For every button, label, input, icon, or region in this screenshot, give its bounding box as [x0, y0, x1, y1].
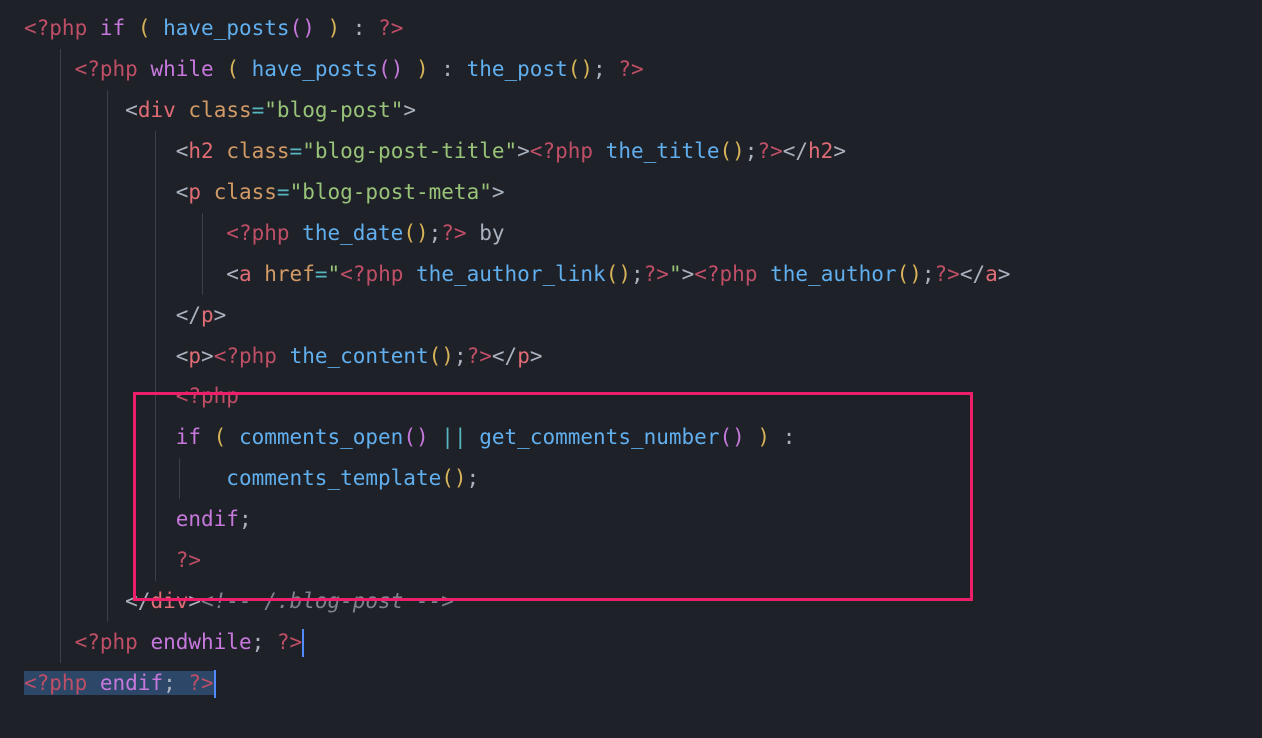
php-close-tag: ?>: [618, 57, 643, 81]
code-line-7[interactable]: <a href="<?php the_author_link();?>"><?p…: [24, 254, 1262, 295]
code-line-11[interactable]: if ( comments_open() || get_comments_num…: [24, 417, 1262, 458]
fn-comments-open: comments_open: [239, 425, 403, 449]
text-by: by: [467, 221, 505, 245]
php-close-tag: ?>: [644, 262, 669, 286]
tag-p: p: [188, 180, 201, 204]
tag-div-close: div: [150, 589, 188, 613]
code-line-9[interactable]: <p><?php the_content();?></p>: [24, 336, 1262, 377]
fn-have-posts: have_posts: [252, 57, 378, 81]
attr-href: href: [264, 262, 315, 286]
attr-class: class: [214, 180, 277, 204]
php-close-tag: ?>: [176, 548, 201, 572]
tag-a: a: [239, 262, 252, 286]
attr-class: class: [226, 139, 289, 163]
attr-class: class: [188, 98, 251, 122]
fn-the-content: the_content: [290, 344, 429, 368]
php-close-tag: ?>: [757, 139, 782, 163]
php-open-tag: <?php: [340, 262, 403, 286]
code-line-13[interactable]: endif;: [24, 499, 1262, 540]
keyword-endif: endif: [176, 507, 239, 531]
php-close-tag: ?>: [188, 671, 213, 695]
cursor: [302, 629, 304, 657]
code-editor[interactable]: <?php if ( have_posts() ) : ?> <?php whi…: [24, 8, 1262, 704]
code-line-3[interactable]: <div class="blog-post">: [24, 90, 1262, 131]
attr-value: "blog-post-meta": [290, 180, 492, 204]
code-line-1[interactable]: <?php if ( have_posts() ) : ?>: [24, 8, 1262, 49]
php-close-tag: ?>: [441, 221, 466, 245]
code-line-5[interactable]: <p class="blog-post-meta">: [24, 172, 1262, 213]
code-line-12[interactable]: comments_template();: [24, 458, 1262, 499]
tag-h2: h2: [188, 139, 213, 163]
tag-div: div: [138, 98, 176, 122]
php-close-tag: ?>: [935, 262, 960, 286]
tag-p-close: p: [201, 303, 214, 327]
keyword-if: if: [176, 425, 201, 449]
code-line-4[interactable]: <h2 class="blog-post-title"><?php the_ti…: [24, 131, 1262, 172]
selection: <?php endif; ?>: [24, 671, 214, 695]
keyword-endif: endif: [100, 671, 163, 695]
php-open-tag: <?php: [214, 344, 277, 368]
php-open-tag: <?php: [75, 630, 138, 654]
fn-have-posts: have_posts: [163, 16, 289, 40]
php-open-tag: <?php: [176, 384, 239, 408]
php-open-tag: <?php: [75, 57, 138, 81]
code-line-16[interactable]: <?php endwhile; ?>: [24, 622, 1262, 663]
fn-the-title: the_title: [606, 139, 720, 163]
php-open-tag: <?php: [24, 16, 87, 40]
attr-value: "blog-post": [264, 98, 403, 122]
code-line-15[interactable]: </div><!-- /.blog-post -->: [24, 581, 1262, 622]
php-close-tag: ?>: [467, 344, 492, 368]
fn-get-comments-number: get_comments_number: [479, 425, 719, 449]
code-line-2[interactable]: <?php while ( have_posts() ) : the_post(…: [24, 49, 1262, 90]
code-line-8[interactable]: </p>: [24, 295, 1262, 336]
php-close-tag: ?>: [378, 16, 403, 40]
php-close-tag: ?>: [277, 630, 302, 654]
attr-value: "blog-post-title": [302, 139, 517, 163]
keyword-while: while: [150, 57, 213, 81]
php-open-tag: <?php: [694, 262, 757, 286]
php-open-tag: <?php: [226, 221, 289, 245]
cursor: [214, 670, 216, 698]
fn-comments-template: comments_template: [226, 466, 441, 490]
code-line-17[interactable]: <?php endif; ?>: [24, 663, 1262, 704]
fn-the-post: the_post: [467, 57, 568, 81]
php-open-tag: <?php: [530, 139, 593, 163]
code-line-6[interactable]: <?php the_date();?> by: [24, 213, 1262, 254]
operator-or: ||: [441, 425, 466, 449]
code-line-10[interactable]: <?php: [24, 376, 1262, 417]
fn-author-link: the_author_link: [416, 262, 606, 286]
keyword-if: if: [100, 16, 125, 40]
tag-p: p: [188, 344, 201, 368]
fn-the-date: the_date: [302, 221, 403, 245]
fn-the-author: the_author: [770, 262, 896, 286]
html-comment: <!-- /.blog-post -->: [201, 589, 454, 613]
keyword-endwhile: endwhile: [150, 630, 251, 654]
php-open-tag: <?php: [24, 671, 87, 695]
code-line-14[interactable]: ?>: [24, 540, 1262, 581]
